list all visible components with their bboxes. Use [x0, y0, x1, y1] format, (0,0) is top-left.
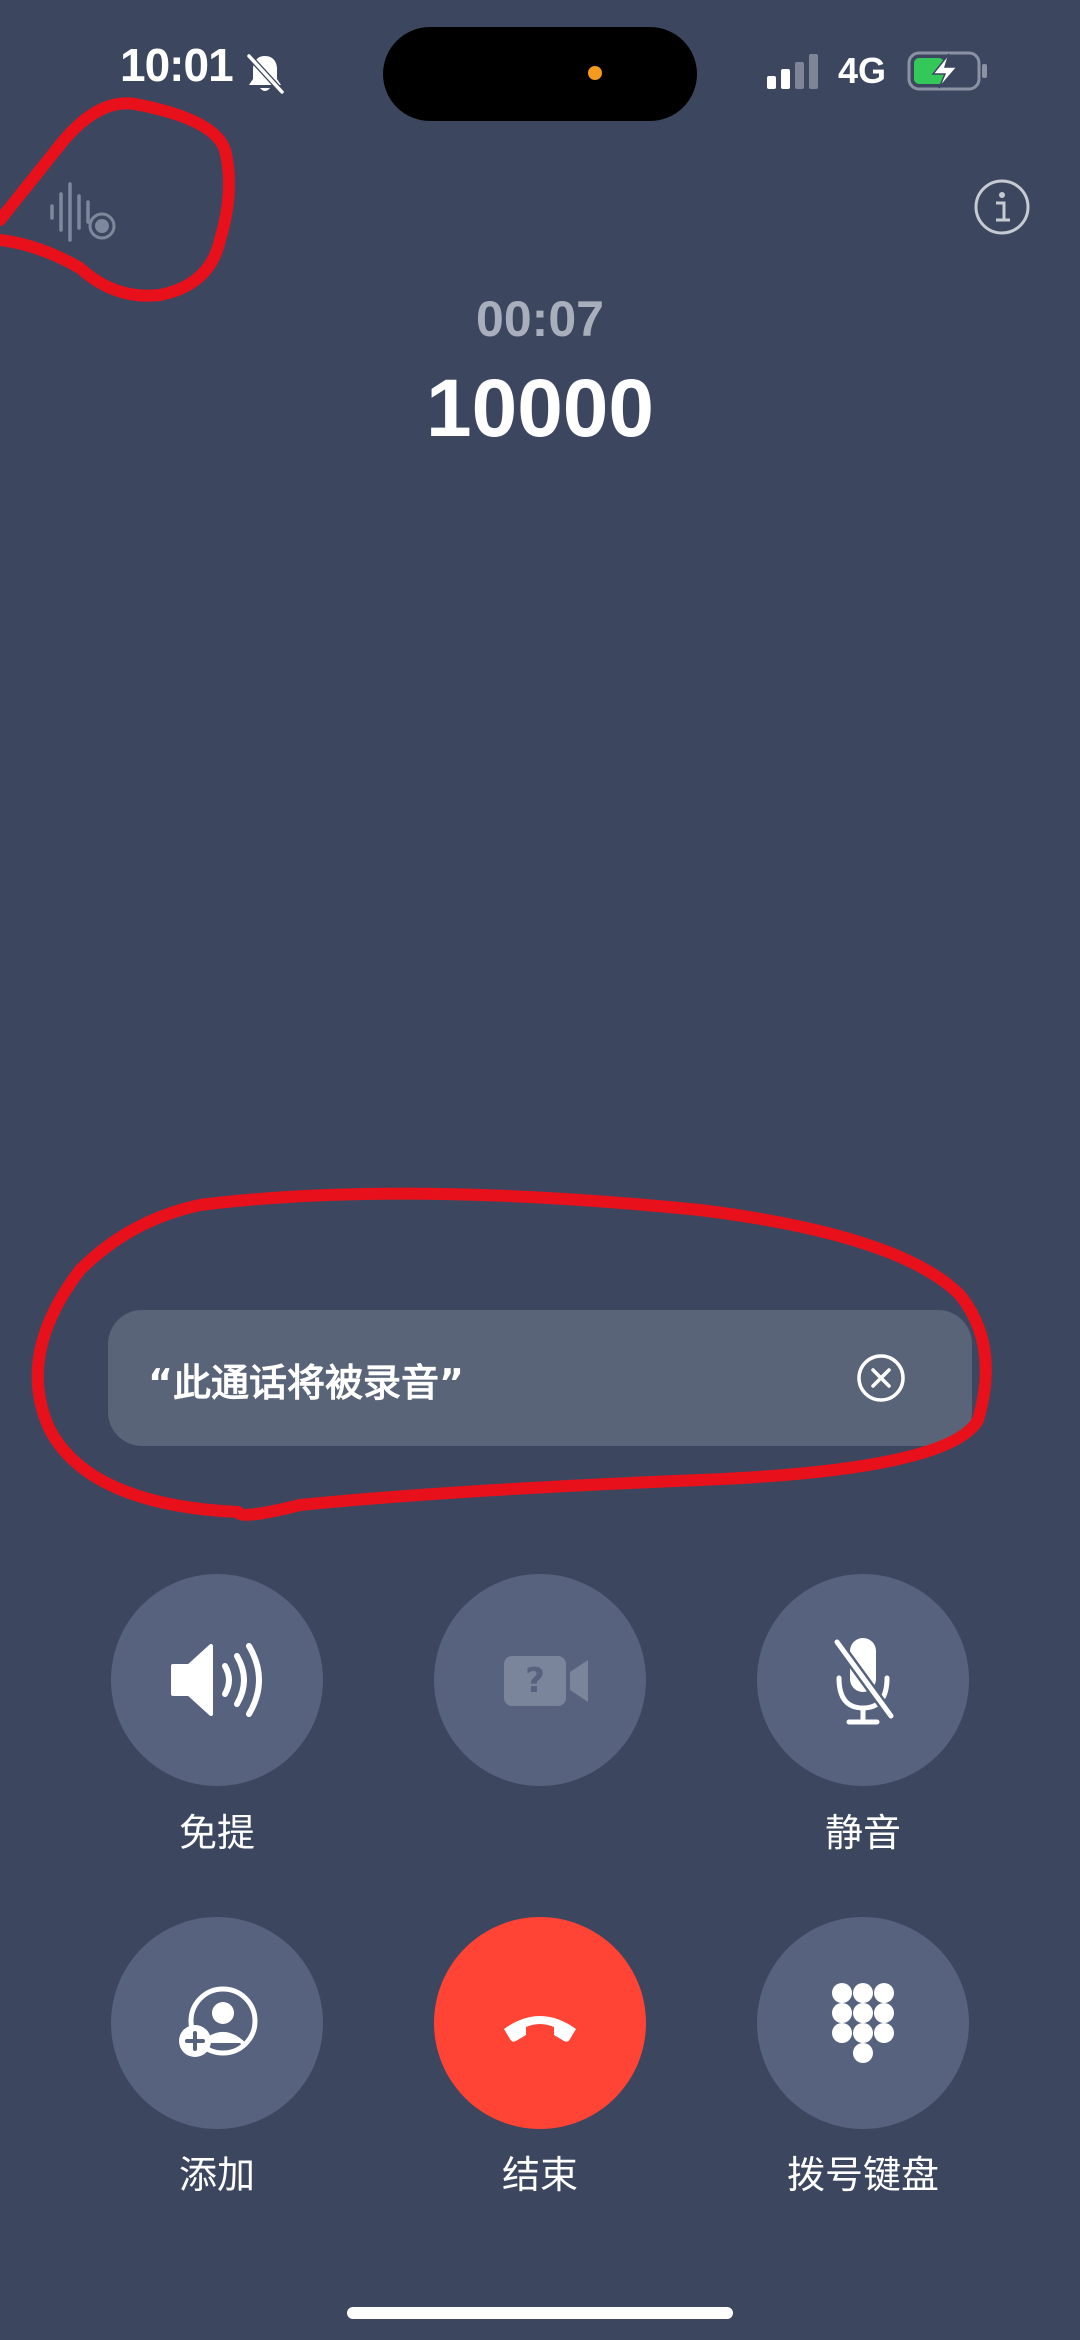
bell-slash-icon — [246, 53, 285, 95]
recording-waveform-icon[interactable] — [46, 180, 118, 244]
cellular-signal-icon — [767, 54, 818, 89]
caller-number: 10000 — [425, 363, 655, 454]
call-duration: 00:07 — [476, 291, 604, 347]
add-call-button[interactable] — [111, 1917, 323, 2129]
status-time: 10:01 — [120, 39, 234, 91]
facetime-button: ? — [434, 1574, 646, 1786]
speaker-button[interactable] — [111, 1574, 323, 1786]
end-call-button[interactable] — [434, 1917, 646, 2129]
end-call-label: 结束 — [501, 2153, 578, 2197]
keypad-label: 拨号键盘 — [786, 2153, 939, 2197]
recording-notice-text: “此通话将被录音” — [148, 1361, 464, 1405]
svg-text:?: ? — [525, 1661, 545, 1701]
close-circle-icon[interactable] — [855, 1352, 907, 1404]
add-call-icon — [179, 1986, 258, 2057]
mute-button[interactable] — [757, 1574, 969, 1786]
mute-label: 静音 — [824, 1811, 901, 1855]
network-type: 4G — [838, 50, 887, 91]
add-call-label: 添加 — [178, 2153, 255, 2197]
keypad-icon — [832, 1983, 894, 2063]
keypad-button[interactable] — [757, 1917, 969, 2129]
dynamic-island — [383, 27, 697, 121]
facetime-unavailable-icon: ? — [504, 1656, 588, 1706]
info-icon[interactable] — [973, 178, 1031, 236]
speaker-label: 免提 — [178, 1811, 255, 1855]
speaker-icon — [171, 1643, 262, 1717]
mic-in-use-indicator — [588, 66, 602, 80]
hangup-icon — [504, 2016, 576, 2042]
home-indicator[interactable] — [347, 2307, 733, 2319]
battery-charging-icon — [907, 51, 987, 91]
mic-slash-icon — [832, 1638, 896, 1725]
